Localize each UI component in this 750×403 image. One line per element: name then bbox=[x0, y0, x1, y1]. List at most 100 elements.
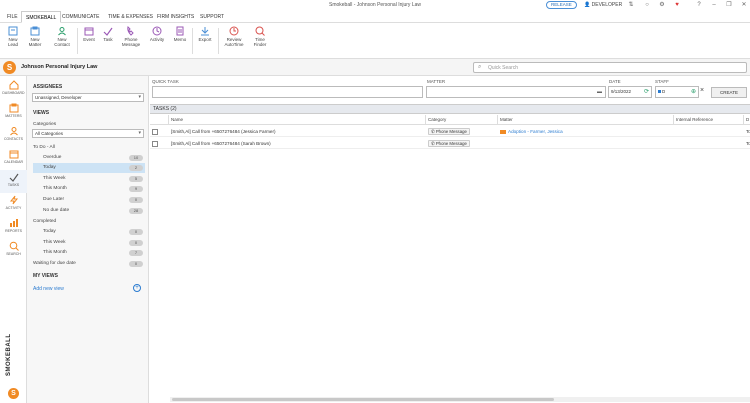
task-button[interactable]: Task bbox=[100, 26, 116, 42]
new-lead-label: New Lead bbox=[7, 37, 18, 47]
ribbon-separator bbox=[218, 28, 219, 54]
tab-firm-insights[interactable]: FIRM INSIGHTS bbox=[153, 11, 198, 23]
add-staff-icon[interactable]: ⊕ bbox=[691, 87, 696, 97]
matter-folder-icon bbox=[500, 129, 506, 134]
column-header-internal-reference[interactable]: Internal Reference bbox=[674, 115, 744, 125]
row-checkbox[interactable] bbox=[152, 141, 158, 147]
tab-support[interactable]: SUPPORT bbox=[196, 11, 228, 23]
close-icon[interactable]: ✕ bbox=[740, 1, 748, 9]
nav-matters-label: MATTERS bbox=[5, 114, 22, 118]
column-header-category[interactable]: Category bbox=[426, 115, 498, 125]
time-finder-button[interactable]: Time Finder bbox=[250, 26, 270, 47]
quick-search[interactable]: ⌕ bbox=[473, 62, 747, 73]
new-matter-label: New Matter bbox=[28, 37, 42, 47]
nav-search-label: SEARCH bbox=[6, 252, 21, 256]
column-header-matter[interactable]: Matter bbox=[498, 115, 674, 125]
nav-contacts[interactable]: CONTACTS bbox=[0, 124, 27, 147]
table-row[interactable]: [Smith,Al] Call from +6507276484 (Sarah … bbox=[150, 138, 750, 149]
activity-button[interactable]: Activity bbox=[147, 26, 167, 42]
staff-input[interactable]: D ⊕ bbox=[655, 86, 699, 98]
quick-search-input[interactable] bbox=[488, 64, 738, 72]
task-matter[interactable] bbox=[498, 138, 674, 149]
dashboard-icon bbox=[9, 80, 18, 90]
calendar-refresh-icon[interactable]: ⟳ bbox=[644, 87, 649, 97]
firm-logo-icon[interactable]: S bbox=[3, 61, 16, 74]
view-todo-no-due-date[interactable]: No due date 28 bbox=[33, 206, 145, 216]
user-icon: 👤 bbox=[584, 2, 591, 8]
tab-smokeball[interactable]: SMOKEBALL bbox=[21, 11, 62, 23]
memo-button[interactable]: Memo bbox=[171, 26, 189, 42]
quick-task-input[interactable] bbox=[152, 86, 423, 98]
event-button[interactable]: Event bbox=[80, 26, 98, 42]
review-autotime-button[interactable]: Review AutoTime bbox=[222, 26, 246, 47]
new-contact-button[interactable]: New Contact bbox=[51, 26, 73, 47]
nav-reports-label: REPORTS bbox=[5, 229, 22, 233]
date-input[interactable]: 9/13/2022 ⟳ bbox=[608, 86, 652, 98]
minimize-icon[interactable]: – bbox=[710, 1, 718, 9]
clear-staff-icon[interactable]: × bbox=[700, 87, 704, 94]
nav-tasks-label: TASKS bbox=[7, 183, 20, 187]
nav-dashboard[interactable]: DASHBOARD bbox=[0, 78, 27, 101]
new-matter-button[interactable]: New Matter bbox=[25, 26, 45, 47]
export-label: Export bbox=[198, 37, 212, 42]
nav-matters[interactable]: MATTERS bbox=[0, 101, 27, 124]
categories-select[interactable]: All Categories ▾ bbox=[32, 129, 144, 138]
task-label: Task bbox=[103, 37, 113, 42]
new-lead-button[interactable]: New Lead bbox=[4, 26, 22, 47]
notification-icon[interactable]: ○ bbox=[643, 1, 651, 9]
table-row[interactable]: [Smith,Al] Call from +6507276484 (Jessic… bbox=[150, 126, 750, 137]
create-button[interactable]: CREATE bbox=[711, 87, 747, 98]
view-todo-overdue[interactable]: Overdue 10 bbox=[33, 153, 145, 163]
view-completed-this-month[interactable]: This Month 7 bbox=[33, 248, 145, 258]
tab-time-expenses[interactable]: TIME & EXPENSES bbox=[104, 11, 157, 23]
tab-communicate[interactable]: COMMUNICATE bbox=[58, 11, 103, 23]
assignee-select[interactable]: Unassigned, Developer ▾ bbox=[32, 93, 144, 102]
user-menu[interactable]: 👤 DEVELOPER bbox=[584, 2, 622, 8]
nav-reports[interactable]: REPORTS bbox=[0, 216, 27, 239]
brand-text: SMOKEBALL bbox=[6, 333, 12, 377]
view-label: This Month bbox=[43, 250, 67, 255]
matter-link[interactable]: Adoption - Farmer, Jessica bbox=[508, 129, 563, 134]
gear-icon[interactable]: ⚙ bbox=[658, 1, 666, 9]
view-todo-all[interactable]: To Do - All bbox=[33, 143, 145, 153]
view-todo-due-later[interactable]: Due Later 0 bbox=[33, 195, 145, 205]
row-checkbox[interactable] bbox=[152, 129, 158, 135]
add-view-icon[interactable]: + bbox=[133, 284, 141, 292]
view-todo-this-month[interactable]: This Month 9 bbox=[33, 184, 145, 194]
new-contact-label: New Contact bbox=[54, 37, 70, 47]
sync-icon[interactable]: ⇅ bbox=[627, 1, 635, 9]
view-completed-today[interactable]: Today 0 bbox=[33, 227, 145, 237]
help-icon[interactable]: ? bbox=[695, 1, 703, 9]
export-button[interactable]: Export bbox=[196, 26, 214, 42]
view-todo-today[interactable]: Today 2 bbox=[33, 163, 145, 173]
nav-activity[interactable]: ACTIVITY bbox=[0, 193, 27, 216]
activity-icon bbox=[152, 26, 162, 36]
task-matter[interactable]: Adoption - Farmer, Jessica bbox=[498, 126, 674, 137]
view-waiting-due-date[interactable]: Waiting for due date 0 bbox=[33, 259, 145, 269]
column-header-name[interactable]: Name bbox=[169, 115, 426, 125]
view-completed-this-week[interactable]: This Week 0 bbox=[33, 238, 145, 248]
count-badge: 0 bbox=[129, 240, 143, 246]
view-label: No due date bbox=[43, 208, 70, 213]
scrollbar-thumb[interactable] bbox=[172, 398, 554, 401]
folder-icon[interactable]: ▬ bbox=[597, 87, 602, 97]
nav-dashboard-label: DASHBOARD bbox=[2, 91, 25, 95]
heart-icon[interactable]: ♥ bbox=[673, 1, 681, 9]
view-todo-this-week[interactable]: This Week 5 bbox=[33, 174, 145, 184]
count-badge: 0 bbox=[129, 261, 143, 267]
horizontal-scrollbar[interactable] bbox=[170, 397, 750, 402]
restore-icon[interactable]: ❐ bbox=[725, 1, 733, 9]
task-internal-reference bbox=[674, 138, 744, 149]
matter-input[interactable]: ▬ bbox=[426, 86, 606, 98]
view-label: Today bbox=[43, 165, 56, 170]
tab-file[interactable]: FILE bbox=[3, 11, 22, 23]
view-completed[interactable]: Completed bbox=[33, 217, 145, 227]
category-pill: ✆ Phone Message bbox=[428, 140, 470, 147]
phone-message-button[interactable]: Phone Message bbox=[119, 26, 143, 47]
add-new-view-link[interactable]: Add new view bbox=[33, 286, 64, 292]
release-badge[interactable]: RELEASE bbox=[546, 1, 577, 9]
nav-calendar[interactable]: CALENDAR bbox=[0, 147, 27, 170]
nav-search[interactable]: SEARCH bbox=[0, 239, 27, 262]
column-header-due[interactable]: D bbox=[744, 115, 750, 125]
nav-tasks[interactable]: TASKS bbox=[0, 170, 27, 193]
